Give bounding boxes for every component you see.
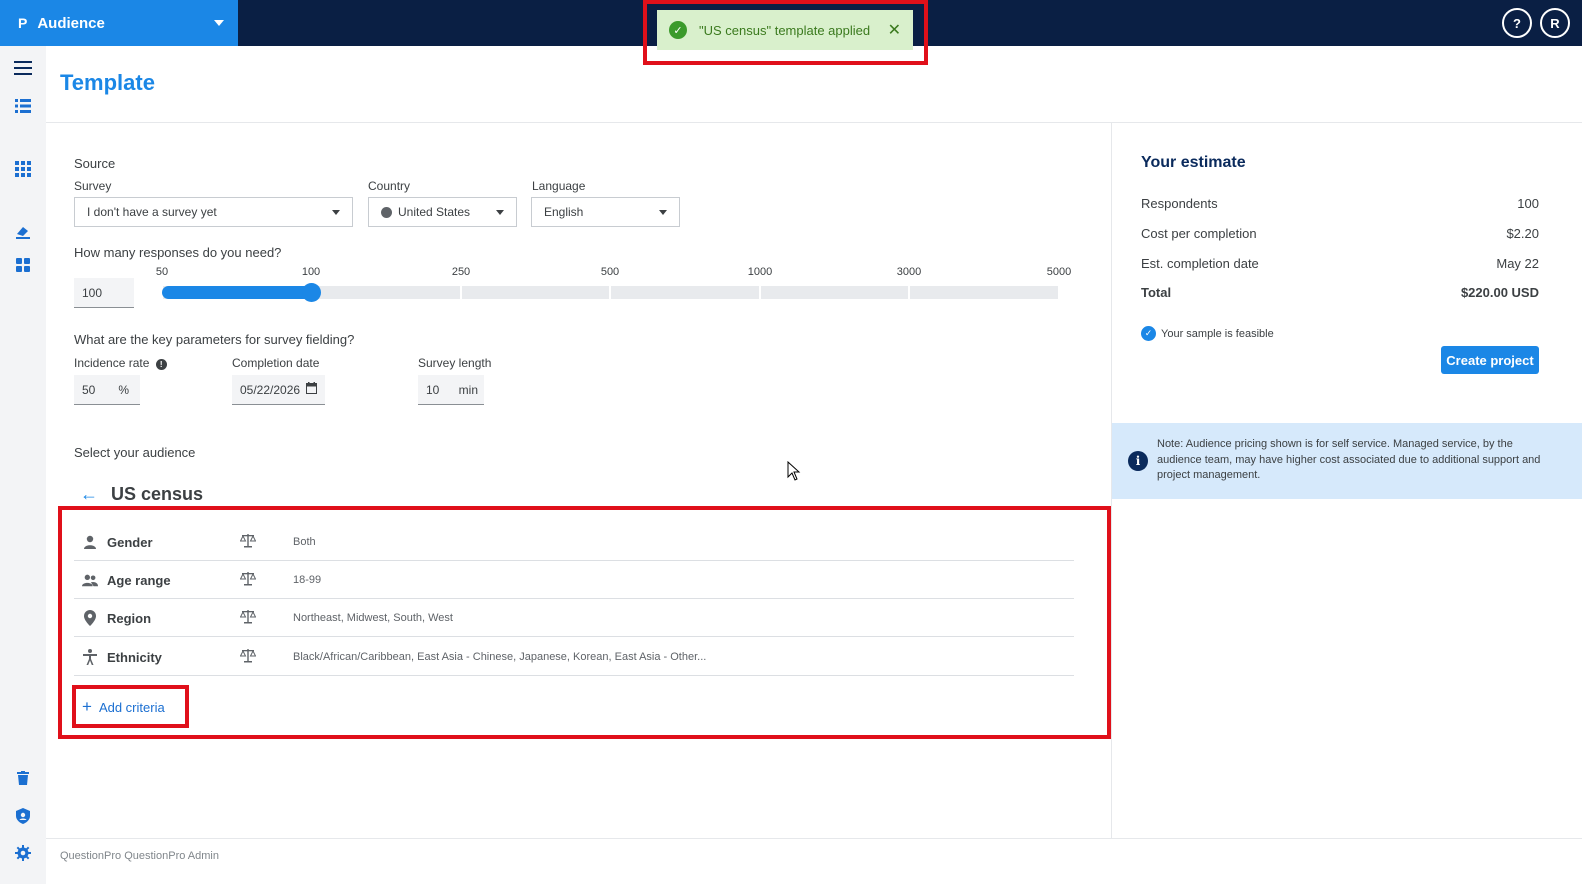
toast-highlight-box (643, 0, 928, 65)
completion-date-input[interactable]: 05/22/2026 (232, 375, 325, 405)
responses-question: How many responses do you need? (74, 245, 282, 260)
slider-tick-label: 250 (451, 266, 471, 278)
footer-text: QuestionPro QuestionPro Admin (60, 850, 219, 862)
sidebar (0, 46, 46, 884)
slider-tick-label: 500 (600, 266, 620, 278)
slider-handle[interactable] (302, 283, 321, 302)
app-name: Audience (37, 14, 105, 32)
language-select[interactable]: English (531, 197, 680, 227)
estimate-row: Respondents 100 (1141, 196, 1539, 211)
user-avatar[interactable]: R (1540, 8, 1570, 38)
page-title: Template (60, 70, 155, 95)
trash-icon[interactable] (13, 768, 33, 788)
apps-grid-icon[interactable] (13, 159, 33, 179)
survey-length-value: 10 (426, 382, 440, 397)
estimate-label: Cost per completion (1141, 226, 1257, 241)
incidence-label: Incidence rate ! (74, 356, 167, 370)
top-right-actions: ? R (1502, 8, 1570, 38)
slider-tick-label: 5000 (1046, 266, 1072, 278)
shield-user-icon[interactable] (13, 806, 33, 826)
estimate-title: Your estimate (1141, 154, 1246, 171)
back-arrow-icon[interactable]: ← (80, 484, 98, 505)
add-criteria-highlight-box (72, 685, 189, 728)
pricing-note-text: Note: Audience pricing shown is for self… (1157, 438, 1541, 481)
slider-segment[interactable] (312, 286, 460, 299)
percent-suffix: % (118, 382, 129, 397)
slider-fill (162, 286, 311, 299)
feasible-text: Your sample is feasible (1161, 327, 1274, 340)
language-label: Language (532, 179, 586, 193)
estimate-label: Est. completion date (1141, 256, 1259, 271)
survey-length-label: Survey length (418, 356, 492, 370)
country-select[interactable]: United States (368, 197, 517, 227)
list-icon[interactable] (13, 96, 33, 116)
slider-tick-label: 1000 (747, 266, 773, 278)
slider-segment[interactable] (910, 286, 1058, 299)
estimate-label: Total (1141, 285, 1172, 300)
estimate-value: $2.20 (1506, 226, 1539, 241)
gear-icon[interactable] (13, 843, 33, 863)
slider-segment[interactable] (761, 286, 908, 299)
pricing-note: i Note: Audience pricing shown is for se… (1112, 423, 1582, 499)
caret-down-icon (496, 210, 504, 215)
caret-down-icon (332, 210, 340, 215)
help-button[interactable]: ? (1502, 8, 1532, 38)
menu-icon[interactable] (13, 58, 33, 78)
estimate-row: Total $220.00 USD (1141, 285, 1539, 300)
chevron-down-icon (214, 20, 224, 26)
slider-tick-label: 100 (301, 266, 321, 278)
mouse-cursor (787, 460, 801, 484)
header-divider (46, 122, 1582, 123)
completion-date-value: 05/22/2026 (240, 382, 301, 397)
minutes-suffix: min (458, 382, 478, 397)
survey-select-value: I don't have a survey yet (87, 205, 217, 219)
globe-icon (381, 206, 392, 218)
estimate-value: 100 (1517, 196, 1539, 211)
eraser-icon[interactable] (13, 222, 33, 242)
slider-segment[interactable] (611, 286, 759, 299)
footer-divider (46, 838, 1582, 839)
survey-select[interactable]: I don't have a survey yet (74, 197, 353, 227)
estimate-label: Respondents (1141, 196, 1218, 211)
responses-input[interactable]: 100 (74, 278, 134, 308)
dashboard-icon[interactable] (13, 255, 33, 275)
audience-heading: Select your audience (74, 445, 196, 460)
criteria-highlight-box (58, 506, 1111, 739)
slider-segment[interactable] (462, 286, 609, 299)
incidence-value: 50 (82, 382, 96, 397)
source-heading: Source (74, 156, 116, 171)
survey-label: Survey (74, 179, 112, 193)
calendar-icon[interactable] (306, 382, 317, 397)
estimate-row: Est. completion date May 22 (1141, 256, 1539, 271)
completion-date-label: Completion date (232, 356, 320, 370)
app-logo: P (18, 15, 28, 31)
feasible-status: ✓ Your sample is feasible (1141, 326, 1274, 341)
language-select-value: English (544, 205, 584, 219)
create-project-button[interactable]: Create project (1441, 346, 1539, 374)
slider-tick-label: 3000 (896, 266, 922, 278)
incidence-input[interactable]: 50 % (74, 375, 140, 405)
info-icon: i (1128, 451, 1148, 471)
fielding-question: What are the key parameters for survey f… (74, 332, 355, 347)
country-label: Country (368, 179, 411, 193)
slider-tick-label: 50 (155, 266, 169, 278)
check-circle-icon: ✓ (1141, 326, 1156, 341)
app-switcher[interactable]: P Audience (0, 0, 238, 46)
estimate-value: $220.00 USD (1460, 285, 1539, 300)
caret-down-icon (659, 210, 667, 215)
incidence-label-text: Incidence rate (74, 356, 150, 370)
audience-template-name: US census (111, 484, 204, 504)
estimate-value: May 22 (1496, 256, 1539, 271)
estimate-row: Cost per completion $2.20 (1141, 226, 1539, 241)
country-select-value: United States (398, 205, 471, 219)
survey-length-input[interactable]: 10 min (418, 375, 484, 405)
info-icon[interactable]: ! (155, 359, 167, 370)
